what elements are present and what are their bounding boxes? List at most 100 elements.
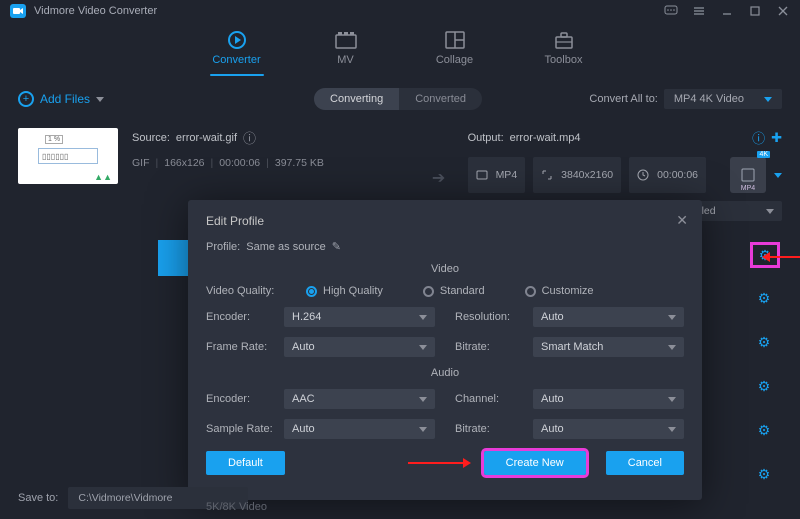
format-thumbnail[interactable]: 4K MP4 [730,157,766,193]
samplerate-dropdown[interactable]: Auto [284,419,435,439]
app-logo-icon [10,4,26,18]
feedback-icon[interactable] [664,5,678,17]
app-title: Vidmore Video Converter [34,5,664,17]
close-icon[interactable] [776,5,790,17]
source-label: Source: [132,132,170,144]
radio-customize[interactable]: Customize [525,285,594,297]
gear-icon[interactable]: ⚙ [756,334,772,350]
out-dims: 3840x2160 [561,169,613,181]
resolution-row-5k8k[interactable]: 5K/8K Video [196,495,277,519]
samplerate-value: Auto [292,423,315,435]
file-icon [740,168,756,182]
gear-icon[interactable]: ⚙ [756,466,772,482]
info-icon[interactable]: ⓘ [752,128,765,147]
video-encoder-value: H.264 [292,311,321,323]
seg-converting[interactable]: Converting [314,88,399,110]
mv-icon [335,30,357,50]
video-bitrate-dropdown[interactable]: Smart Match [533,337,684,357]
segment-control: Converting Converted [314,88,482,110]
save-to-label: Save to: [18,492,58,504]
modal-title: Edit Profile [206,214,684,228]
format-mp4-label: MP4 [741,185,755,192]
create-new-button[interactable]: Create New [484,451,586,475]
profile-label: Profile: [206,241,240,253]
out-dur-box[interactable]: 00:00:06 [629,157,706,193]
gear-icon[interactable]: ⚙ [756,378,772,394]
edit-profile-modal: ✕ Edit Profile Profile: Same as source ✎… [188,200,702,500]
chevron-down-icon [668,315,676,320]
profile-value: Same as source [246,241,325,253]
chevron-down-icon [764,97,772,102]
convert-all-label: Convert All to: [589,93,657,105]
tab-toolbox[interactable]: Toolbox [537,30,591,76]
src-dims: 166x126 [164,157,204,169]
info-icon[interactable]: ⓘ [243,128,256,147]
menu-icon[interactable] [692,5,706,17]
video-quality-label: Video Quality: [206,285,296,297]
arrow-right-icon: ➔ [430,168,448,182]
badge-4k: 4K [757,151,770,158]
framerate-dropdown[interactable]: Auto [284,337,435,357]
audio-encoder-dropdown[interactable]: AAC [284,389,435,409]
convert-all: Convert All to: MP4 4K Video [589,89,782,109]
section-video: Video [206,263,684,275]
add-files-button[interactable]: + Add Files [18,91,104,107]
out-dims-box[interactable]: 3840x2160 [533,157,621,193]
radio-standard-label: Standard [440,285,485,297]
radio-high-quality[interactable]: High Quality [306,285,383,297]
chevron-down-icon [419,427,427,432]
channel-value: Auto [541,393,564,405]
chevron-down-icon [668,345,676,350]
chevron-down-icon [668,427,676,432]
tab-collage[interactable]: Collage [428,30,482,76]
minimize-icon[interactable] [720,5,734,17]
compress-icon[interactable]: ✚ [771,130,782,146]
channel-dropdown[interactable]: Auto [533,389,684,409]
cancel-button[interactable]: Cancel [606,451,684,475]
tab-mv-label: MV [337,54,354,66]
default-button[interactable]: Default [206,451,285,475]
source-filename: error-wait.gif [176,132,237,144]
video-encoder-dropdown[interactable]: H.264 [284,307,435,327]
audio-bitrate-dropdown[interactable]: Auto [533,419,684,439]
src-size: 397.75 KB [275,157,324,169]
audio-bitrate-label: Bitrate: [455,423,523,435]
chevron-down-icon [766,209,774,214]
out-format-box[interactable]: MP4 [468,157,526,193]
framerate-value: Auto [292,341,315,353]
audio-bitrate-value: Auto [541,423,564,435]
section-audio: Audio [206,367,684,379]
clock-icon [637,169,649,181]
samplerate-label: Sample Rate: [206,423,274,435]
save-row: Save to: C:\Vidmore\Vidmore [0,487,800,509]
thumbnail[interactable]: 1 %▯▯▯▯▯▯ ▲▲ [18,128,118,184]
audio-encoder-value: AAC [292,393,315,405]
out-format: MP4 [496,169,518,181]
channel-label: Channel: [455,393,523,405]
video-encoder-label: Encoder: [206,311,274,323]
convert-all-dropdown[interactable]: MP4 4K Video [664,89,782,109]
tab-toolbox-label: Toolbox [545,54,583,66]
seg-converted[interactable]: Converted [399,88,482,110]
maximize-icon[interactable] [748,5,762,17]
gear-icon[interactable]: ⚙ [756,290,772,306]
resolution-dropdown[interactable]: Auto [533,307,684,327]
chevron-down-icon [419,315,427,320]
converter-icon [227,30,247,50]
framerate-label: Frame Rate: [206,341,274,353]
chevron-down-icon[interactable] [774,173,782,178]
radio-high-label: High Quality [323,285,383,297]
gear-strip: ⚙ ⚙ ⚙ ⚙ ⚙ ⚙ [756,248,774,482]
convert-all-value: MP4 4K Video [674,93,744,105]
close-icon[interactable]: ✕ [676,212,688,229]
cat-icon: ▲▲ [94,172,112,182]
src-format: GIF [132,157,150,169]
output-label: Output: [468,132,504,144]
tab-mv[interactable]: MV [319,30,373,76]
radio-standard[interactable]: Standard [423,285,485,297]
edit-pencil-icon[interactable]: ✎ [332,240,341,253]
gear-icon[interactable]: ⚙ [756,422,772,438]
scale-icon [541,169,553,181]
tab-converter[interactable]: Converter [210,30,264,76]
chevron-down-icon [419,345,427,350]
